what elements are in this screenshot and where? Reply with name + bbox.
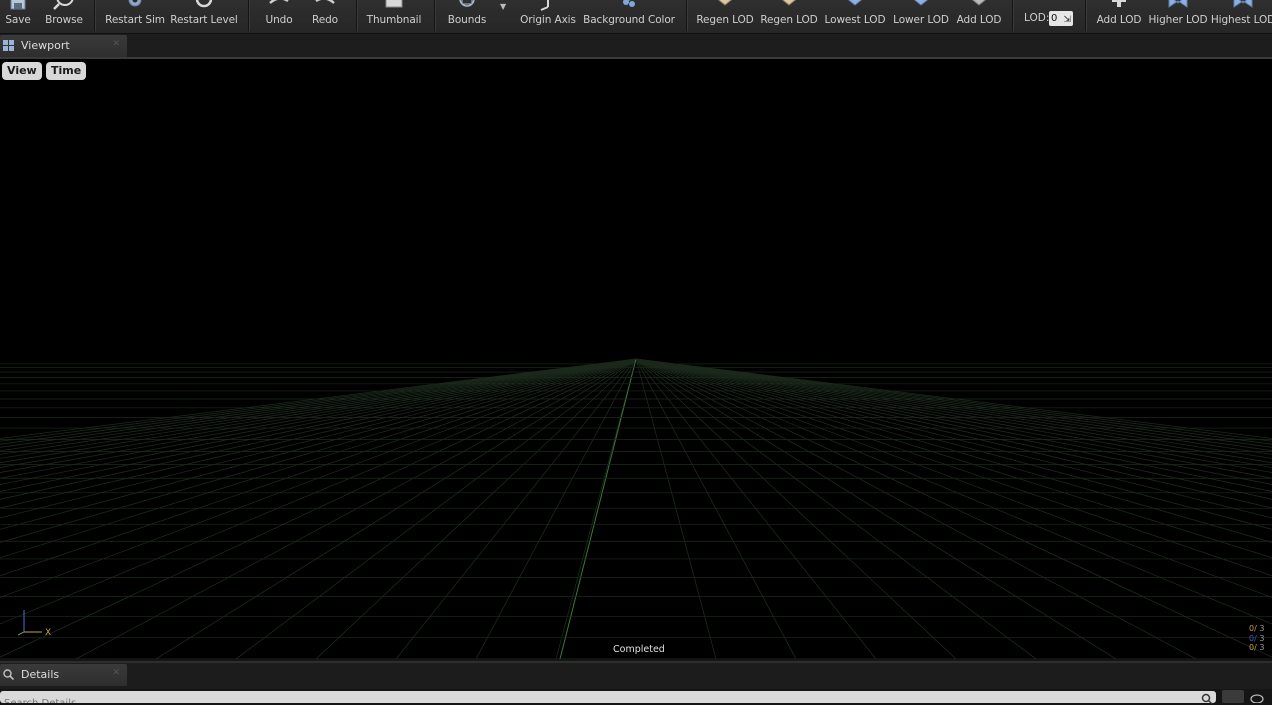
lowest-lod-icon — [847, 0, 863, 6]
toolbar: Save Browse Restart Sim Restart Level Un… — [0, 0, 1272, 34]
redo-button[interactable]: Redo — [309, 0, 341, 33]
tab-viewport[interactable]: Viewport ✕ — [0, 35, 127, 57]
grid-line — [235, 358, 637, 659]
highest-lod-button[interactable]: Highest LOD — [1211, 0, 1272, 33]
higher-lod-icon — [1168, 0, 1188, 8]
thumbnail-icon — [385, 0, 403, 8]
bounds-dropdown-arrow-icon[interactable]: ▼ — [500, 2, 506, 11]
higher-lod-button[interactable]: Higher LOD — [1148, 0, 1208, 33]
close-icon[interactable]: ✕ — [112, 39, 120, 49]
browse-icon — [53, 0, 74, 10]
tab-details[interactable]: Details ✕ — [0, 664, 127, 686]
time-menu-button[interactable]: Time — [46, 62, 87, 80]
browse-button[interactable]: Browse — [43, 0, 85, 33]
restart-level-button[interactable]: Restart Level — [170, 0, 238, 33]
close-icon[interactable]: ✕ — [112, 668, 120, 678]
details-icon — [3, 669, 14, 680]
lower-lod-icon — [913, 0, 929, 6]
grid-line — [75, 358, 637, 659]
grid-line — [635, 358, 1272, 658]
origin-axis-icon — [540, 0, 549, 11]
save-icon — [10, 0, 26, 10]
grid-line — [0, 358, 637, 658]
restart-level-icon — [195, 0, 213, 8]
regen-lod-icon — [781, 0, 797, 6]
toolbar-separator — [1012, 0, 1014, 31]
lod-value: 0 — [1051, 13, 1058, 24]
viewport[interactable]: View Time X Completed 0/ 3 0/ 3 0/ 3 — [0, 59, 1272, 659]
grid-line — [635, 358, 1037, 659]
axis-gizmo-icon: X — [17, 610, 51, 638]
bounds-icon — [459, 0, 475, 7]
viewport-tab-bar: Viewport ✕ — [0, 34, 1272, 59]
view-menu-button[interactable]: View — [2, 62, 42, 80]
stat-line: 0/ 3 — [1249, 643, 1265, 652]
add-lod-icon — [1112, 0, 1126, 7]
view-options-icon[interactable] — [1222, 690, 1244, 703]
grid-line — [635, 358, 957, 659]
undo-button[interactable]: Undo — [263, 0, 295, 33]
lowest-lod-button[interactable]: Lowest LOD — [825, 0, 886, 33]
add-lod-icon — [971, 0, 987, 6]
highest-lod-icon — [1233, 0, 1253, 8]
grid-line — [635, 358, 717, 659]
bounds-button[interactable]: Bounds — [446, 0, 488, 33]
search-input[interactable] — [0, 697, 1216, 703]
save-button[interactable]: Save — [3, 0, 33, 33]
toolbar-separator — [434, 0, 436, 31]
toolbar-separator — [248, 0, 250, 31]
search-icon[interactable] — [1201, 693, 1213, 705]
toolbar-separator — [686, 0, 688, 31]
undo-icon — [269, 0, 289, 4]
thumbnail-button[interactable]: Thumbnail — [367, 0, 421, 33]
grid-line — [635, 358, 1197, 659]
restart-sim-icon — [128, 0, 142, 7]
origin-axis-button[interactable]: Origin Axis — [520, 0, 576, 33]
redo-icon — [315, 0, 335, 4]
background-color-icon — [623, 0, 635, 7]
restart-sim-button[interactable]: Restart Sim — [105, 0, 165, 33]
grid-axis-line — [559, 358, 637, 659]
lower-lod-button[interactable]: Lower LOD — [893, 0, 949, 33]
tab-viewport-label: Viewport — [21, 39, 70, 52]
viewport-icon — [3, 40, 14, 51]
viewport-stats: 0/ 3 0/ 3 0/ 3 — [1249, 624, 1264, 653]
lod-spin-arrow-icon: ⇲ — [1063, 15, 1071, 25]
lod-spinbox[interactable]: 0 ⇲ — [1049, 11, 1073, 26]
eye-icon[interactable] — [1250, 694, 1264, 703]
grid-line — [635, 358, 797, 659]
grid-line — [475, 358, 637, 659]
regen-lod-icon — [717, 0, 733, 6]
add-lod-button[interactable]: Add LOD — [1096, 0, 1142, 33]
details-tab-bar: Details ✕ — [0, 661, 1272, 689]
tab-details-label: Details — [21, 668, 60, 681]
axis-x-label: X — [45, 628, 51, 638]
grid-line — [315, 358, 637, 659]
toolbar-separator — [356, 0, 358, 31]
stat-line: 0/ 3 — [1249, 624, 1265, 633]
details-search-box — [0, 691, 1216, 703]
lod-label: LOD: — [1024, 12, 1050, 24]
add-lod-button[interactable]: Add LOD — [956, 0, 1002, 33]
grid-line — [555, 358, 637, 659]
floor-grid — [0, 358, 1272, 659]
toolbar-separator — [1085, 0, 1087, 31]
stat-line: 0/ 3 — [1249, 633, 1265, 643]
regen-lod-button[interactable]: Regen LOD — [696, 0, 754, 33]
regen-lod-button[interactable]: Regen LOD — [760, 0, 818, 33]
background-color-button[interactable]: Background Color — [583, 0, 675, 33]
toolbar-separator — [94, 0, 96, 31]
status-text: Completed — [613, 644, 665, 655]
